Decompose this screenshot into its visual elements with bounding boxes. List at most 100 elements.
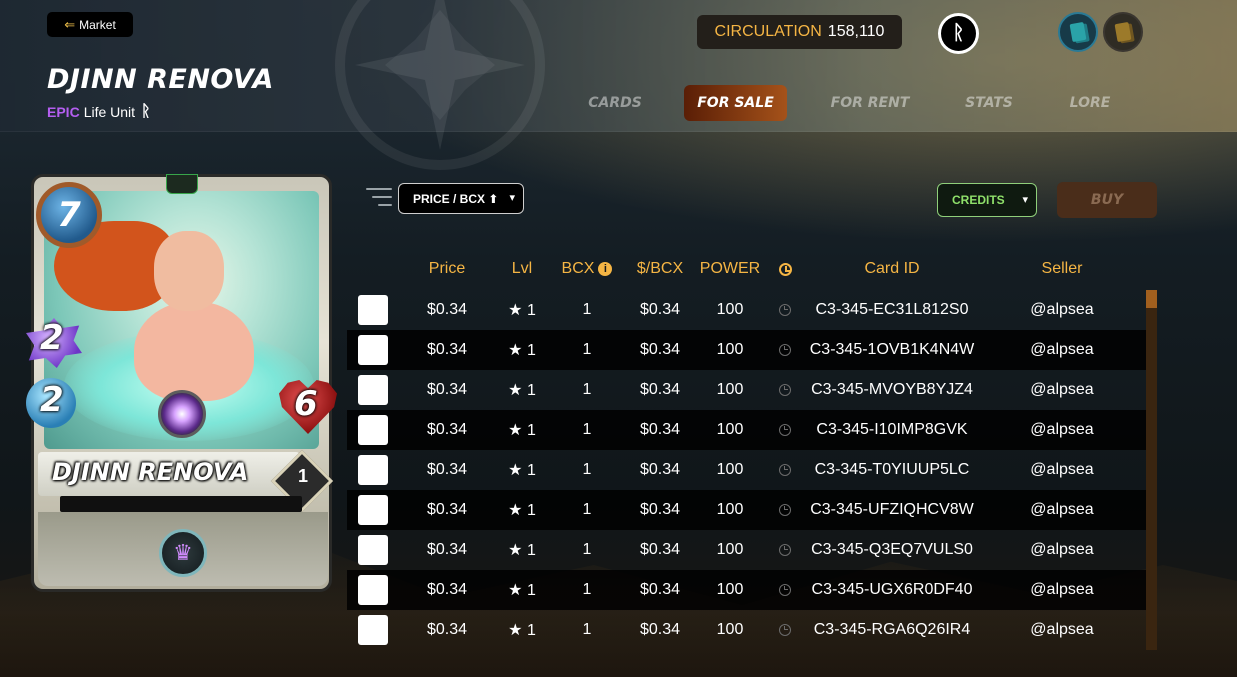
- deck-gold-icon[interactable]: [1103, 12, 1143, 52]
- cell-bcx: 1: [582, 581, 592, 598]
- cell-lvl: ★ 1: [508, 302, 536, 319]
- card-description-bar: [60, 496, 302, 512]
- cell-lvl: ★ 1: [508, 542, 536, 559]
- table-scrollbar[interactable]: [1146, 290, 1157, 650]
- table-row[interactable]: $0.34 ★ 1 1 $0.34 100 C3-345-Q3EQ7VULS0 …: [347, 530, 1147, 570]
- table-row[interactable]: $0.34 ★ 1 1 $0.34 100 C3-345-T0YIUUP5LC …: [347, 450, 1147, 490]
- cell-time: [772, 410, 798, 450]
- speed-value: 2: [40, 380, 64, 420]
- cell-seller[interactable]: @alpsea: [997, 450, 1127, 490]
- row-checkbox[interactable]: [358, 535, 388, 565]
- row-checkbox[interactable]: [358, 455, 388, 485]
- card-subtitle: EPIC Life Unit ᚱ: [47, 103, 151, 121]
- table-row[interactable]: $0.34 ★ 1 1 $0.34 100 C3-345-EC31L812S0 …: [347, 290, 1147, 330]
- cell-seller[interactable]: @alpsea: [997, 290, 1127, 330]
- column-header-price[interactable]: Price: [407, 255, 487, 283]
- cell-card-id[interactable]: C3-345-EC31L812S0: [807, 290, 977, 330]
- cell-per-bcx: $0.34: [639, 581, 681, 598]
- table-row[interactable]: $0.34 ★ 1 1 $0.34 100 C3-345-UFZIQHCV8W …: [347, 490, 1147, 530]
- cell-power: 100: [716, 461, 744, 478]
- edition-icon: ᚱ: [141, 103, 151, 120]
- back-to-market-button[interactable]: ⇐ Market: [47, 12, 133, 37]
- column-header-time[interactable]: [772, 255, 798, 283]
- filter-icon[interactable]: [366, 186, 392, 210]
- cell-seller[interactable]: @alpsea: [997, 530, 1127, 570]
- ability-icon: ♛: [159, 529, 207, 577]
- column-header-per-bcx[interactable]: $/BCX: [625, 255, 695, 283]
- cell-bcx: 1: [582, 341, 592, 358]
- column-header-seller[interactable]: Seller: [997, 255, 1127, 283]
- column-header-card-id[interactable]: Card ID: [807, 255, 977, 283]
- cell-per-bcx: $0.34: [639, 341, 681, 358]
- cell-time: [772, 370, 798, 410]
- cell-seller[interactable]: @alpsea: [997, 330, 1127, 370]
- back-label: Market: [79, 17, 116, 32]
- table-row[interactable]: $0.34 ★ 1 1 $0.34 100 C3-345-RGA6Q26IR4 …: [347, 610, 1147, 650]
- circulation-badge: CIRCULATION 158,110: [697, 15, 902, 49]
- cell-seller[interactable]: @alpsea: [997, 490, 1127, 530]
- cell-seller[interactable]: @alpsea: [997, 370, 1127, 410]
- sort-select[interactable]: PRICE / BCX ⬆ ▾: [398, 183, 524, 214]
- cell-price: $0.34: [426, 621, 468, 638]
- column-header-bcx-label: BCX: [561, 260, 595, 277]
- cell-card-id[interactable]: C3-345-Q3EQ7VULS0: [807, 530, 977, 570]
- row-checkbox[interactable]: [358, 575, 388, 605]
- table-row[interactable]: $0.34 ★ 1 1 $0.34 100 C3-345-MVOYB8YJZ4 …: [347, 370, 1147, 410]
- cell-card-id[interactable]: C3-345-UGX6R0DF40: [807, 570, 977, 610]
- row-checkbox[interactable]: [358, 415, 388, 445]
- card-level: 1: [297, 466, 308, 486]
- artwork-face: [154, 231, 224, 311]
- tab-for-sale[interactable]: FOR SALE: [684, 85, 787, 121]
- table-row[interactable]: $0.34 ★ 1 1 $0.34 100 C3-345-1OVB1K4N4W …: [347, 330, 1147, 370]
- tab-for-rent[interactable]: FOR RENT: [819, 85, 921, 121]
- clock-icon: [779, 584, 791, 596]
- cell-card-id[interactable]: C3-345-I10IMP8GVK: [807, 410, 977, 450]
- mana-icon: 7: [36, 182, 102, 248]
- deck-blue-icon[interactable]: [1058, 12, 1098, 52]
- cell-card-id[interactable]: C3-345-UFZIQHCV8W: [807, 490, 977, 530]
- tab-stats[interactable]: STATS: [949, 85, 1029, 121]
- cell-card-id[interactable]: C3-345-1OVB1K4N4W: [807, 330, 977, 370]
- health-value: 6: [294, 384, 318, 424]
- circulation-label: CIRCULATION: [714, 23, 822, 40]
- cell-seller[interactable]: @alpsea: [997, 570, 1127, 610]
- cell-price: $0.34: [426, 301, 468, 318]
- table-row[interactable]: $0.34 ★ 1 1 $0.34 100 C3-345-UGX6R0DF40 …: [347, 570, 1147, 610]
- cell-bcx: 1: [582, 541, 592, 558]
- row-checkbox[interactable]: [358, 615, 388, 645]
- cell-lvl: ★ 1: [508, 382, 536, 399]
- cell-bcx: 1: [582, 421, 592, 438]
- logo-icon[interactable]: ᚱ: [938, 13, 979, 54]
- cell-seller[interactable]: @alpsea: [997, 610, 1127, 650]
- cell-time: [772, 290, 798, 330]
- clock-icon: [778, 262, 792, 276]
- currency-select[interactable]: CREDITS ▾: [937, 183, 1037, 217]
- row-checkbox[interactable]: [358, 495, 388, 525]
- cell-card-id[interactable]: C3-345-MVOYB8YJZ4: [807, 370, 977, 410]
- table-row[interactable]: $0.34 ★ 1 1 $0.34 100 C3-345-I10IMP8GVK …: [347, 410, 1147, 450]
- clock-icon: [779, 504, 791, 516]
- row-checkbox[interactable]: [358, 335, 388, 365]
- scrollbar-thumb[interactable]: [1146, 290, 1157, 308]
- column-header-lvl[interactable]: Lvl: [492, 255, 552, 283]
- column-header-power[interactable]: POWER: [695, 255, 765, 283]
- card-stack-shape: [1069, 21, 1087, 43]
- cell-price: $0.34: [426, 541, 468, 558]
- back-arrow-icon: ⇐: [64, 16, 76, 32]
- cell-lvl: ★ 1: [508, 502, 536, 519]
- row-checkbox[interactable]: [358, 375, 388, 405]
- cell-price: $0.34: [426, 421, 468, 438]
- cell-card-id[interactable]: C3-345-T0YIUUP5LC: [807, 450, 977, 490]
- life-gem-icon: [166, 174, 198, 194]
- column-header-bcx[interactable]: BCX i: [552, 255, 622, 283]
- card-type-label: Life Unit: [83, 104, 136, 120]
- cell-price: $0.34: [426, 581, 468, 598]
- buy-button[interactable]: BUY: [1057, 182, 1157, 218]
- tab-cards[interactable]: CARDS: [565, 85, 665, 121]
- cell-seller[interactable]: @alpsea: [997, 410, 1127, 450]
- cell-power: 100: [716, 541, 744, 558]
- info-icon[interactable]: i: [598, 262, 613, 276]
- tab-lore[interactable]: LORE: [1051, 85, 1129, 121]
- cell-card-id[interactable]: C3-345-RGA6Q26IR4: [807, 610, 977, 650]
- row-checkbox[interactable]: [358, 295, 388, 325]
